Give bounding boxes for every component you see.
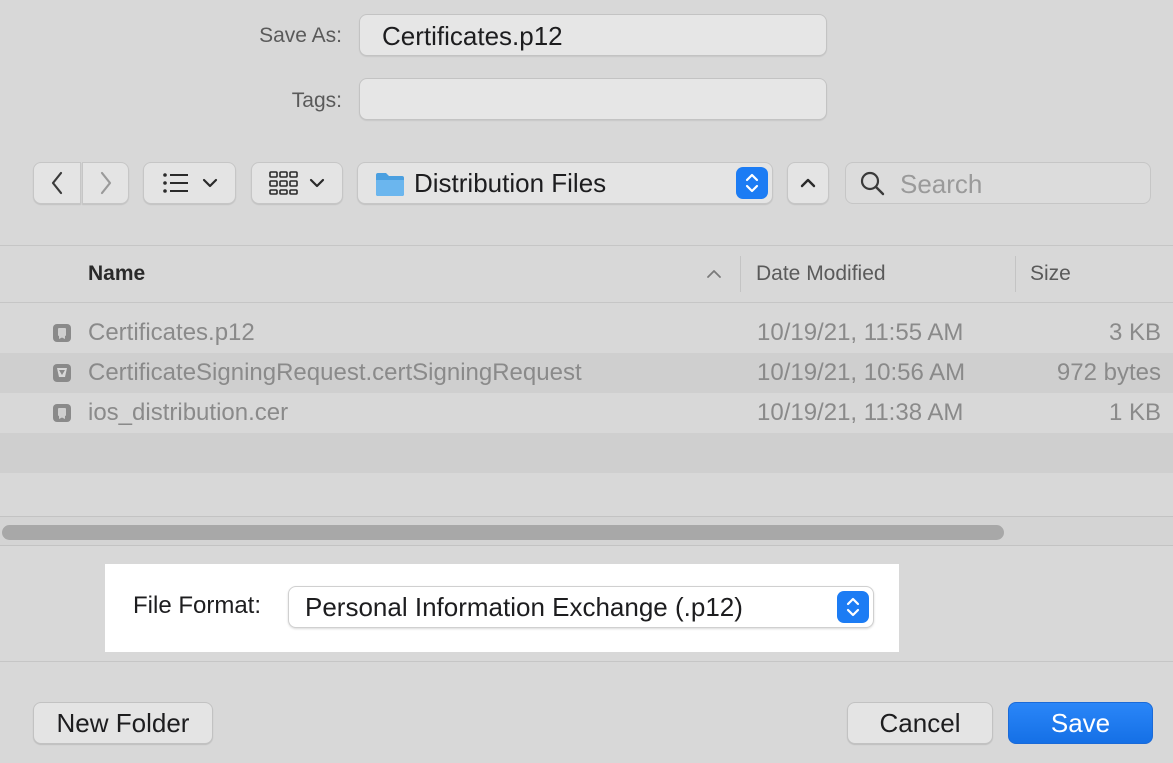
up-down-chevron-icon (846, 597, 860, 617)
empty-row (0, 433, 1173, 473)
file-format-label: File Format: (133, 592, 262, 619)
column-header-size[interactable]: Size (1030, 262, 1071, 286)
save-button[interactable]: Save (1008, 702, 1153, 744)
column-header-name[interactable]: Name (88, 262, 145, 286)
certificate-icon (53, 404, 71, 422)
chevron-left-icon (51, 171, 63, 195)
scrollbar-thumb[interactable] (2, 525, 1004, 540)
save-as-value: Certificates.p12 (382, 21, 563, 51)
column-divider[interactable] (740, 256, 741, 292)
file-row[interactable]: Certificates.p12 10/19/21, 11:55 AM 3 KB (0, 313, 1173, 353)
tags-label: Tags: (291, 89, 342, 112)
new-folder-button[interactable]: New Folder (33, 702, 213, 744)
tags-field[interactable] (359, 78, 827, 120)
location-popup[interactable]: Distribution Files (357, 162, 773, 204)
footer-divider (0, 661, 1173, 662)
folder-icon (376, 173, 404, 196)
list-icon (162, 173, 188, 193)
chevron-down-icon (309, 178, 325, 188)
header-divider (0, 302, 1173, 303)
column-divider[interactable] (1015, 256, 1016, 292)
save-as-field[interactable]: Certificates.p12 (359, 14, 827, 56)
file-format-value: Personal Information Exchange (.p12) (305, 592, 743, 622)
back-button[interactable] (33, 162, 81, 204)
chevron-down-icon (202, 178, 217, 188)
file-format-stepper (837, 591, 869, 623)
location-stepper (736, 167, 768, 199)
search-field[interactable]: Search (845, 162, 1151, 204)
file-name: Certificates.p12 (88, 319, 255, 346)
signing-request-icon (53, 364, 71, 382)
up-down-chevron-icon (745, 173, 759, 193)
file-name: CertificateSigningRequest.certSigningReq… (88, 359, 582, 386)
search-icon (860, 171, 885, 196)
location-label: Distribution Files (414, 168, 607, 198)
file-row[interactable]: CertificateSigningRequest.certSigningReq… (0, 353, 1173, 393)
sort-ascending-icon (707, 270, 721, 278)
file-size: 1 KB (1108, 399, 1161, 426)
file-format-popup[interactable]: Personal Information Exchange (.p12) (288, 586, 874, 628)
chevron-up-icon (800, 178, 816, 188)
file-date: 10/19/21, 11:55 AM (757, 319, 964, 346)
file-size: 3 KB (1108, 319, 1161, 346)
file-date: 10/19/21, 11:38 AM (757, 399, 964, 426)
file-row[interactable]: ios_distribution.cer 10/19/21, 11:38 AM … (0, 393, 1173, 433)
forward-button[interactable] (82, 162, 129, 204)
save-as-label: Save As: (259, 24, 342, 47)
grid-icon (269, 171, 298, 195)
cancel-button[interactable]: Cancel (847, 702, 993, 744)
search-placeholder: Search (900, 169, 983, 199)
list-view-button[interactable] (143, 162, 236, 204)
browser-top-divider (0, 245, 1173, 246)
expand-collapse-button[interactable] (787, 162, 829, 204)
group-view-button[interactable] (251, 162, 343, 204)
file-size: 972 bytes (1056, 359, 1161, 386)
file-name: ios_distribution.cer (88, 399, 289, 426)
file-date: 10/19/21, 10:56 AM (757, 359, 966, 386)
chevron-right-icon (100, 171, 111, 195)
column-header-date-modified[interactable]: Date Modified (756, 262, 886, 286)
certificate-icon (53, 324, 71, 342)
